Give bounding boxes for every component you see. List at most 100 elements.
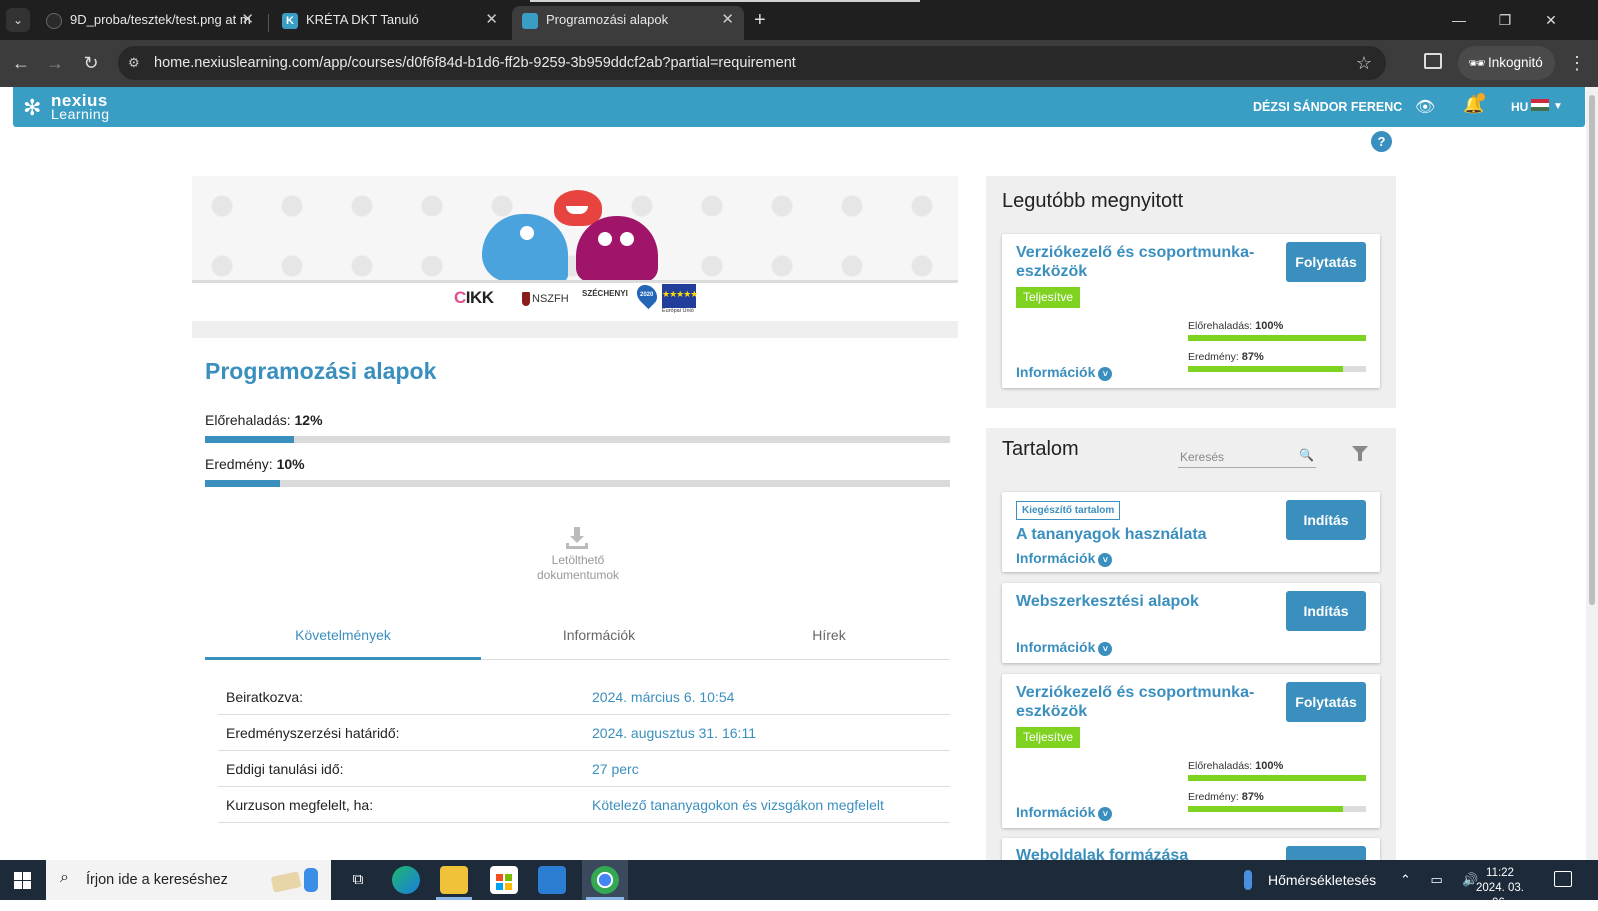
eu-label: Európai Unió xyxy=(662,308,694,314)
course-banner: CIKK NSZFH SZÉCHENYI 2020 ★★★★★ Európai … xyxy=(192,176,958,338)
completed-badge: Teljesítve xyxy=(1016,727,1081,748)
browser-toolbar: ← → ↻ ⚙ home.nexiuslearning.com/app/cour… xyxy=(0,40,1598,87)
language-selector[interactable]: HU xyxy=(1511,87,1528,127)
file-explorer-icon[interactable] xyxy=(440,866,468,894)
close-tab-icon[interactable]: ✕ xyxy=(485,6,498,34)
incognito-label: Inkognitó xyxy=(1488,55,1543,70)
card-progress: Előrehaladás: 100% xyxy=(1188,320,1366,341)
mail-icon[interactable] xyxy=(538,866,566,894)
forward-icon[interactable]: → xyxy=(42,50,68,76)
reload-icon[interactable]: ↻ xyxy=(78,50,104,76)
filter-icon[interactable] xyxy=(1352,446,1368,461)
continue-button[interactable]: Folytatás xyxy=(1286,242,1366,282)
github-icon xyxy=(46,13,62,29)
result-bar xyxy=(205,480,950,487)
completed-badge: Teljesítve xyxy=(1016,287,1081,308)
tab-search-button[interactable]: ⌄ xyxy=(6,8,30,32)
search-icon[interactable]: 🔍 xyxy=(1299,448,1314,462)
item-result-fill xyxy=(1188,806,1343,812)
supplementary-badge: Kiegészítő tartalom xyxy=(1016,501,1121,520)
requirements-table: Beiratkozva: 2024. március 6. 10:54 Ered… xyxy=(218,679,950,823)
close-tab-icon[interactable]: ✕ xyxy=(721,6,734,34)
notification-center-icon[interactable] xyxy=(1554,871,1572,887)
download-icon[interactable] xyxy=(565,527,589,549)
item-title[interactable]: Webszerkesztési alapok xyxy=(1016,592,1266,611)
new-tab-icon[interactable]: + xyxy=(754,6,766,34)
browser-menu-icon[interactable]: ⋮ xyxy=(1568,50,1586,76)
user-name[interactable]: DÉZSI SÁNDOR FERENC xyxy=(1253,87,1402,127)
ikk-logo: CIKK xyxy=(454,288,494,307)
site-info-icon[interactable]: ⚙ xyxy=(128,54,146,72)
start-button[interactable]: Indítás xyxy=(1286,591,1366,631)
item-title[interactable]: Verziókezelő és csoportmunka-eszközök xyxy=(1016,683,1266,721)
browser-tab-active[interactable]: Programozási alapok ✕ xyxy=(512,6,744,40)
incognito-badge[interactable]: 🕶 Inkognitó xyxy=(1458,46,1555,80)
tab-news[interactable]: Hírek xyxy=(691,626,967,644)
minimize-icon[interactable]: — xyxy=(1436,6,1482,34)
eu-flag-icon: ★★★★★ xyxy=(662,284,698,308)
bookmark-star-icon[interactable]: ☆ xyxy=(1356,46,1372,80)
row-key: Eddigi tanulási idő: xyxy=(226,761,344,777)
recent-panel: Legutóbb megnyitott Verziókezelő és csop… xyxy=(986,176,1396,408)
search-highlight-illustration xyxy=(268,866,324,894)
close-tab-icon[interactable]: ✕ xyxy=(241,6,254,34)
url-text[interactable]: home.nexiuslearning.com/app/courses/d0f6… xyxy=(154,46,796,80)
table-row: Beiratkozva: 2024. március 6. 10:54 xyxy=(218,679,950,715)
downloads-link[interactable]: Letölthető dokumentumok xyxy=(510,553,646,583)
start-button[interactable]: Indítás xyxy=(1286,500,1366,540)
hungarian-flag-icon[interactable] xyxy=(1531,99,1549,111)
close-window-icon[interactable]: ✕ xyxy=(1528,6,1574,34)
weather-label[interactable]: Hőmérsékletesés xyxy=(1268,860,1376,900)
browser-tab-github[interactable]: 9D_proba/tesztek/test.png at m ✕ xyxy=(36,6,264,40)
taskbar-search-input[interactable]: ⌕ Írjon ide a kereséshez xyxy=(46,860,331,900)
card-result: Eredmény: 87% xyxy=(1188,351,1366,372)
back-icon[interactable]: ← xyxy=(8,50,34,76)
szechenyi-year: 2020 xyxy=(640,292,654,298)
notification-dot xyxy=(1477,93,1485,101)
task-view-icon[interactable]: ⧉ xyxy=(344,866,372,894)
table-row: Eredményszerzési határidő: 2024. auguszt… xyxy=(218,715,950,751)
card-progress-fill xyxy=(1188,335,1366,341)
help-icon[interactable]: ? xyxy=(1371,131,1392,152)
info-link[interactable]: Információk ˅ xyxy=(1016,639,1113,656)
search-icon: ⌕ xyxy=(60,869,69,886)
edge-icon[interactable] xyxy=(392,866,420,894)
chrome-icon[interactable] xyxy=(591,866,619,894)
restore-icon[interactable]: ❐ xyxy=(1482,6,1528,34)
szechenyi-logo: SZÉCHENYI xyxy=(582,289,628,298)
address-bar[interactable]: ⚙ home.nexiuslearning.com/app/courses/d0… xyxy=(118,46,1386,80)
result-label: Eredmény: 10% xyxy=(205,456,305,472)
taskbar-clock[interactable]: 11:22 2024. 03. 06. xyxy=(1468,866,1532,911)
content-search-input[interactable]: Keresés 🔍 xyxy=(1178,446,1316,468)
search-placeholder: Keresés xyxy=(1180,450,1225,464)
item-progress: Előrehaladás: 100% xyxy=(1188,760,1366,781)
progress-bar xyxy=(205,436,950,443)
kreta-icon: K xyxy=(282,13,298,29)
tab-title: Programozási alapok xyxy=(546,12,669,27)
windows-start-icon[interactable] xyxy=(14,872,31,889)
info-link[interactable]: Információk ˅ xyxy=(1016,550,1113,567)
page-scrollbar[interactable] xyxy=(1586,87,1598,860)
recent-title: Legutóbb megnyitott xyxy=(1002,190,1184,212)
side-panel-icon[interactable] xyxy=(1424,53,1442,69)
incognito-icon: 🕶 xyxy=(1468,55,1486,71)
downloads-label-line1: Letölthető xyxy=(551,553,605,567)
tab-loading-indicator xyxy=(530,0,920,2)
info-link[interactable]: Információk ˅ xyxy=(1016,364,1113,381)
scrollbar-thumb[interactable] xyxy=(1589,95,1595,605)
active-tab-indicator xyxy=(205,657,481,660)
card-title[interactable]: Verziókezelő és csoportmunka-eszközök xyxy=(1016,243,1266,281)
result-bar-fill xyxy=(205,480,280,487)
item-title[interactable]: A tananyagok használata xyxy=(1016,525,1266,544)
row-key: Beiratkozva: xyxy=(226,689,304,705)
info-link[interactable]: Információk ˅ xyxy=(1016,804,1113,821)
item-result: Eredmény: 87% xyxy=(1188,791,1366,812)
thermometer-icon xyxy=(1244,870,1252,890)
tab-requirements[interactable]: Követelmények xyxy=(205,626,481,644)
store-icon[interactable] xyxy=(490,866,518,894)
browser-tab-kreta[interactable]: K KRÉTA DKT Tanuló ✕ xyxy=(272,6,508,40)
chevron-down-icon[interactable]: ▼ xyxy=(1553,87,1563,127)
eye-slash-icon[interactable]: 👁 xyxy=(1415,97,1435,117)
app-header: ✻ nexius Learning DÉZSI SÁNDOR FERENC 👁 … xyxy=(13,87,1585,127)
continue-button[interactable]: Folytatás xyxy=(1286,682,1366,722)
